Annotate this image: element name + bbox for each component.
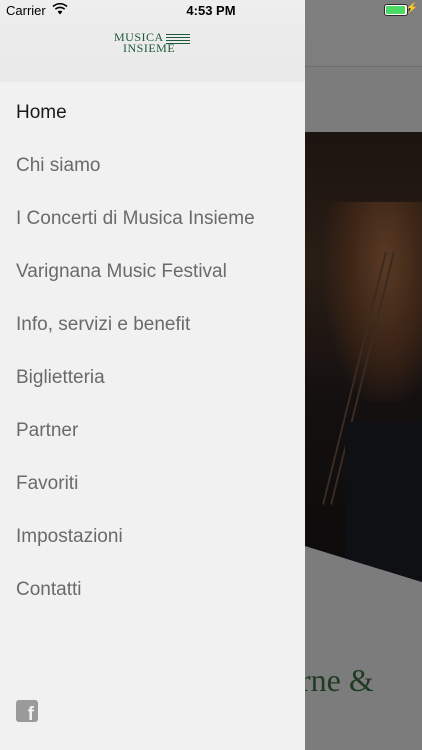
charging-icon: ⚡: [405, 3, 418, 14]
musica-insieme-logo[interactable]: MUSICA INSIEME: [114, 30, 194, 56]
menu-item-info-servizi[interactable]: Info, servizi e benefit: [0, 298, 305, 351]
background-title: rne &: [300, 662, 374, 698]
background-hero-image: [305, 132, 422, 582]
menu-item-chi-siamo[interactable]: Chi siamo: [0, 139, 305, 192]
menu-item-varignana-festival[interactable]: Varignana Music Festival: [0, 245, 305, 298]
menu-item-concerti[interactable]: I Concerti di Musica Insieme: [0, 192, 305, 245]
battery-icon: [384, 4, 411, 16]
drawer-menu: Home Chi siamo I Concerti di Musica Insi…: [0, 86, 305, 616]
menu-item-impostazioni[interactable]: Impostazioni: [0, 510, 305, 563]
facebook-icon[interactable]: f: [16, 700, 38, 722]
menu-item-contatti[interactable]: Contatti: [0, 563, 305, 616]
menu-item-biglietteria[interactable]: Biglietteria: [0, 351, 305, 404]
status-time: 4:53 PM: [186, 3, 236, 18]
menu-item-favoriti[interactable]: Favoriti: [0, 457, 305, 510]
status-bar: Carrier 4:53 PM ⚡: [0, 0, 422, 22]
menu-item-partner[interactable]: Partner: [0, 404, 305, 457]
menu-item-home[interactable]: Home: [0, 86, 305, 139]
logo-staff-lines: [166, 34, 190, 46]
side-drawer: MUSICA INSIEME Home Chi siamo I Concerti…: [0, 0, 305, 750]
